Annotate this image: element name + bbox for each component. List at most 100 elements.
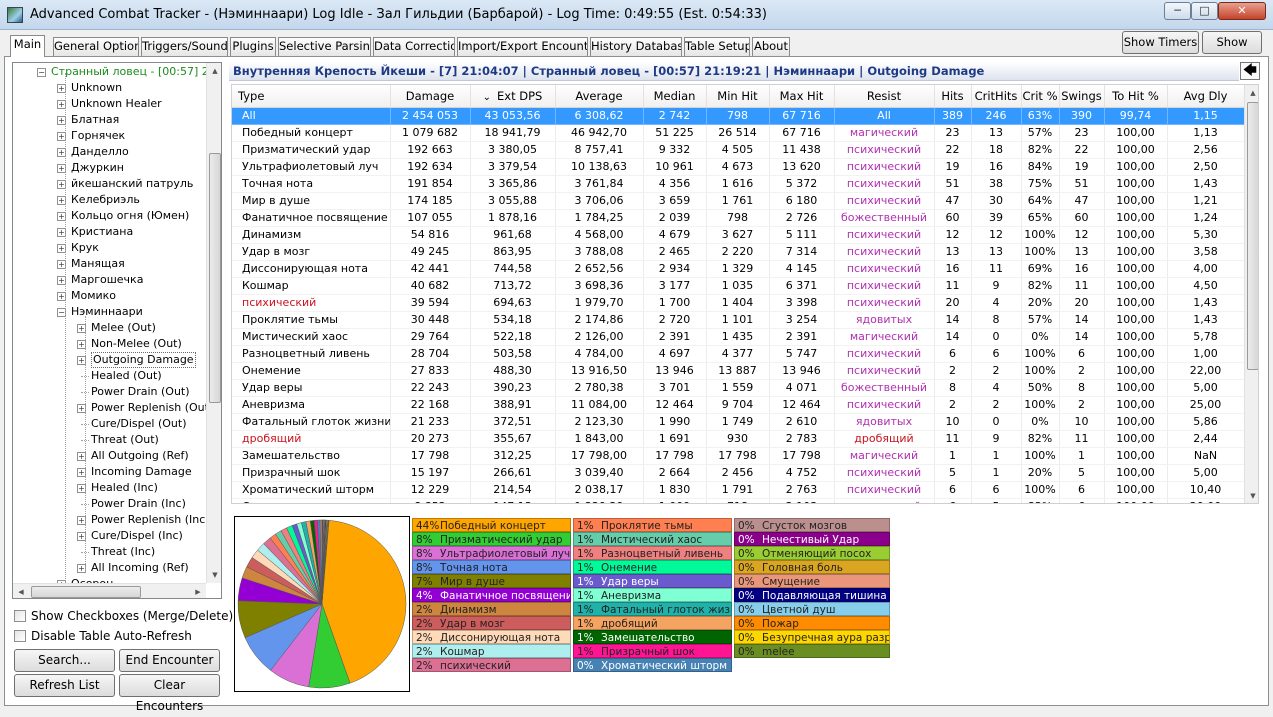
table-cell: 3 177 bbox=[643, 277, 707, 295]
column-header[interactable]: Average bbox=[555, 85, 644, 108]
column-header[interactable]: ⌄ Ext DPS bbox=[470, 85, 556, 108]
column-header[interactable]: Avg Dly bbox=[1167, 85, 1244, 108]
table-cell: 6 371 bbox=[769, 277, 835, 295]
table-row-selected[interactable]: All 2 454 053 43 053,56 6 308,62 2 742 798 67 … bbox=[232, 107, 1244, 125]
legend-entry: 2% Диссонирующая нота bbox=[412, 630, 571, 644]
table-row[interactable]: Фанатичное посвящение 107 055 1 878,16 1 78… bbox=[232, 209, 1244, 227]
table-row[interactable]: Удар в мозг 49 245 863,95 3 788,08 2 465 2 22… bbox=[232, 243, 1244, 261]
table-row[interactable]: Призрачный шок 15 197 266,61 3 039,40 2 664 2… bbox=[232, 464, 1244, 482]
column-header[interactable]: Median bbox=[643, 85, 707, 108]
tree-horizontal-scrollbar[interactable]: ◀ ▶ bbox=[13, 583, 206, 598]
disable-refresh-option[interactable]: Disable Table Auto-Refresh bbox=[14, 629, 192, 643]
table-cell: 107 055 bbox=[390, 209, 471, 227]
show-timers-button[interactable]: Show Timers bbox=[1122, 31, 1199, 54]
tab-about[interactable]: About bbox=[752, 37, 790, 56]
table-row[interactable]: Онемение 27 833 488,30 13 916,50 13 946 13 88… bbox=[232, 362, 1244, 380]
table-row[interactable]: Мистический хаос 29 764 522,18 2 126,00 2 39… bbox=[232, 328, 1244, 346]
scroll-right-arrow-icon[interactable]: ▶ bbox=[190, 584, 206, 598]
table-row[interactable]: дробящий 20 273 355,67 1 843,00 1 691 930 2 78… bbox=[232, 430, 1244, 448]
table-cell: психический bbox=[834, 498, 935, 503]
scroll-up-arrow-icon[interactable]: ▲ bbox=[207, 63, 221, 79]
table-cell: 4 568,00 bbox=[555, 226, 644, 244]
refresh-list-button[interactable]: Refresh List bbox=[14, 674, 115, 697]
back-arrow-icon[interactable]: 🡄 bbox=[1240, 62, 1260, 80]
checkbox[interactable] bbox=[14, 630, 26, 642]
show-checkboxes-option[interactable]: Show Checkboxes (Merge/Delete) bbox=[14, 609, 233, 623]
table-row[interactable]: Ультрафиолетовый луч 192 634 3 379,54 10 13… bbox=[232, 158, 1244, 176]
column-header[interactable]: Hits bbox=[934, 85, 972, 108]
table-row[interactable]: Удар веры 22 243 390,23 2 780,38 3 701 1 559 4… bbox=[232, 379, 1244, 397]
table-cell: 2 783 bbox=[769, 430, 835, 448]
table-cell: 30 448 bbox=[390, 311, 471, 329]
table-cell: 6 180 bbox=[769, 192, 835, 210]
table-cell: NaN bbox=[1167, 447, 1244, 465]
search-button[interactable]: Search... bbox=[14, 649, 115, 672]
column-header[interactable]: Min Hit bbox=[706, 85, 770, 108]
minimize-button[interactable]: ─ bbox=[1164, 2, 1191, 20]
tab-triggers-sounds[interactable]: Triggers/Sounds bbox=[141, 37, 228, 56]
scroll-thumb[interactable] bbox=[209, 153, 221, 403]
table-row[interactable]: Сгусток мозгов8 852147,131 229,291 00971… bbox=[232, 498, 1244, 503]
main-tab-strip: Main General Options Triggers/Sounds Plu… bbox=[10, 35, 1120, 57]
column-header[interactable]: Max Hit bbox=[769, 85, 835, 108]
table-row[interactable]: Диссонирующая нота 42 441 744,58 2 652,56 2 … bbox=[232, 260, 1244, 278]
column-header[interactable]: CritHits bbox=[971, 85, 1022, 108]
table-row[interactable]: Аневризма 22 168 388,91 11 084,00 12 464 9 70… bbox=[232, 396, 1244, 414]
column-header[interactable]: Resist bbox=[834, 85, 935, 108]
tab-general-options[interactable]: General Options bbox=[53, 37, 139, 56]
tab-data-correction[interactable]: Data Correction bbox=[373, 37, 455, 56]
clear-encounters-button[interactable]: Clear Encounters bbox=[119, 674, 220, 713]
tab-table-setup[interactable]: Table Setup bbox=[684, 37, 750, 56]
table-cell: 192 634 bbox=[390, 158, 471, 176]
show-mini-button[interactable]: Show Mini bbox=[1202, 31, 1262, 70]
column-header[interactable]: Damage bbox=[390, 85, 471, 108]
collapse-icon[interactable]: − bbox=[37, 68, 46, 77]
close-button[interactable]: ✕ bbox=[1218, 2, 1266, 20]
table-row[interactable]: Разноцветный ливень 28 704 503,58 4 784,00 4… bbox=[232, 345, 1244, 363]
table-row[interactable]: Замешательство 17 798 312,25 17 798,00 17 79… bbox=[232, 447, 1244, 465]
scroll-thumb-horizontal[interactable] bbox=[31, 586, 141, 598]
table-cell: 100,00 bbox=[1104, 124, 1168, 142]
column-header[interactable]: Swings bbox=[1059, 85, 1105, 108]
table-vertical-scrollbar[interactable]: ▲ ▼ bbox=[1244, 85, 1258, 503]
checkbox[interactable] bbox=[14, 610, 26, 622]
scroll-thumb[interactable] bbox=[1247, 102, 1258, 370]
table-row[interactable]: Динамизм 54 816 961,68 4 568,00 4 679 3 627 5 … bbox=[232, 226, 1244, 244]
table-row[interactable]: Кошмар 40 682 713,72 3 698,36 3 177 1 035 6 37… bbox=[232, 277, 1244, 295]
column-header[interactable]: To Hit % bbox=[1104, 85, 1168, 108]
tree-guide-line bbox=[65, 73, 66, 583]
legend-label: Призрачный шок bbox=[601, 646, 695, 658]
scroll-down-arrow-icon[interactable]: ▼ bbox=[1245, 488, 1258, 503]
table-cell: 191 854 bbox=[390, 175, 471, 193]
column-header-label: Resist bbox=[866, 88, 902, 103]
table-row[interactable]: Хроматический шторм 12 229 214,54 2 038,17 1… bbox=[232, 481, 1244, 499]
table-cell: 13 bbox=[934, 243, 972, 261]
column-header[interactable]: Crit % bbox=[1021, 85, 1060, 108]
tree-node-label: Unknown bbox=[71, 81, 123, 94]
tab-plugins[interactable]: Plugins bbox=[230, 37, 276, 56]
table-row[interactable]: Победный концерт 1 079 682 18 941,79 46 942… bbox=[232, 124, 1244, 142]
table-cell: 6 bbox=[1059, 345, 1105, 363]
tab-history-database[interactable]: History Database bbox=[590, 37, 682, 56]
table-row[interactable]: Мир в душе 174 185 3 055,88 3 706,06 3 659 1 … bbox=[232, 192, 1244, 210]
scroll-left-arrow-icon[interactable]: ◀ bbox=[13, 584, 29, 598]
scroll-down-arrow-icon[interactable]: ▼ bbox=[207, 567, 221, 583]
table-cell: Победный концерт bbox=[232, 124, 391, 142]
table-row[interactable]: Проклятие тьмы 30 448 534,18 2 174,86 2 720 1… bbox=[232, 311, 1244, 329]
table-cell: 16 bbox=[934, 260, 972, 278]
tab-selective-parsing[interactable]: Selective Parsing bbox=[278, 37, 371, 56]
column-header-label: Average bbox=[575, 88, 623, 103]
maximize-button[interactable]: □ bbox=[1191, 2, 1218, 20]
table-row[interactable]: Призматический удар 192 663 3 380,05 8 757,… bbox=[232, 141, 1244, 159]
table-cell: 38 bbox=[971, 175, 1022, 193]
table-row[interactable]: Фатальный глоток жизни 21 233 372,51 2 123,… bbox=[232, 413, 1244, 431]
column-header[interactable]: Type bbox=[232, 85, 391, 108]
table-row[interactable]: психический 39 594 694,63 1 979,70 1 700 1 40… bbox=[232, 294, 1244, 312]
table-row[interactable]: Точная нота 191 854 3 365,86 3 761,84 4 356 1… bbox=[232, 175, 1244, 193]
table-cell: 0% bbox=[1021, 413, 1060, 431]
tab-main[interactable]: Main bbox=[10, 35, 45, 57]
end-encounter-button[interactable]: End Encounter bbox=[119, 649, 220, 672]
tree-vertical-scrollbar[interactable]: ▲ ▼ bbox=[206, 63, 221, 583]
scroll-up-arrow-icon[interactable]: ▲ bbox=[1245, 85, 1258, 101]
tab-import-export-encounters[interactable]: Import/Export Encounters bbox=[457, 37, 588, 56]
